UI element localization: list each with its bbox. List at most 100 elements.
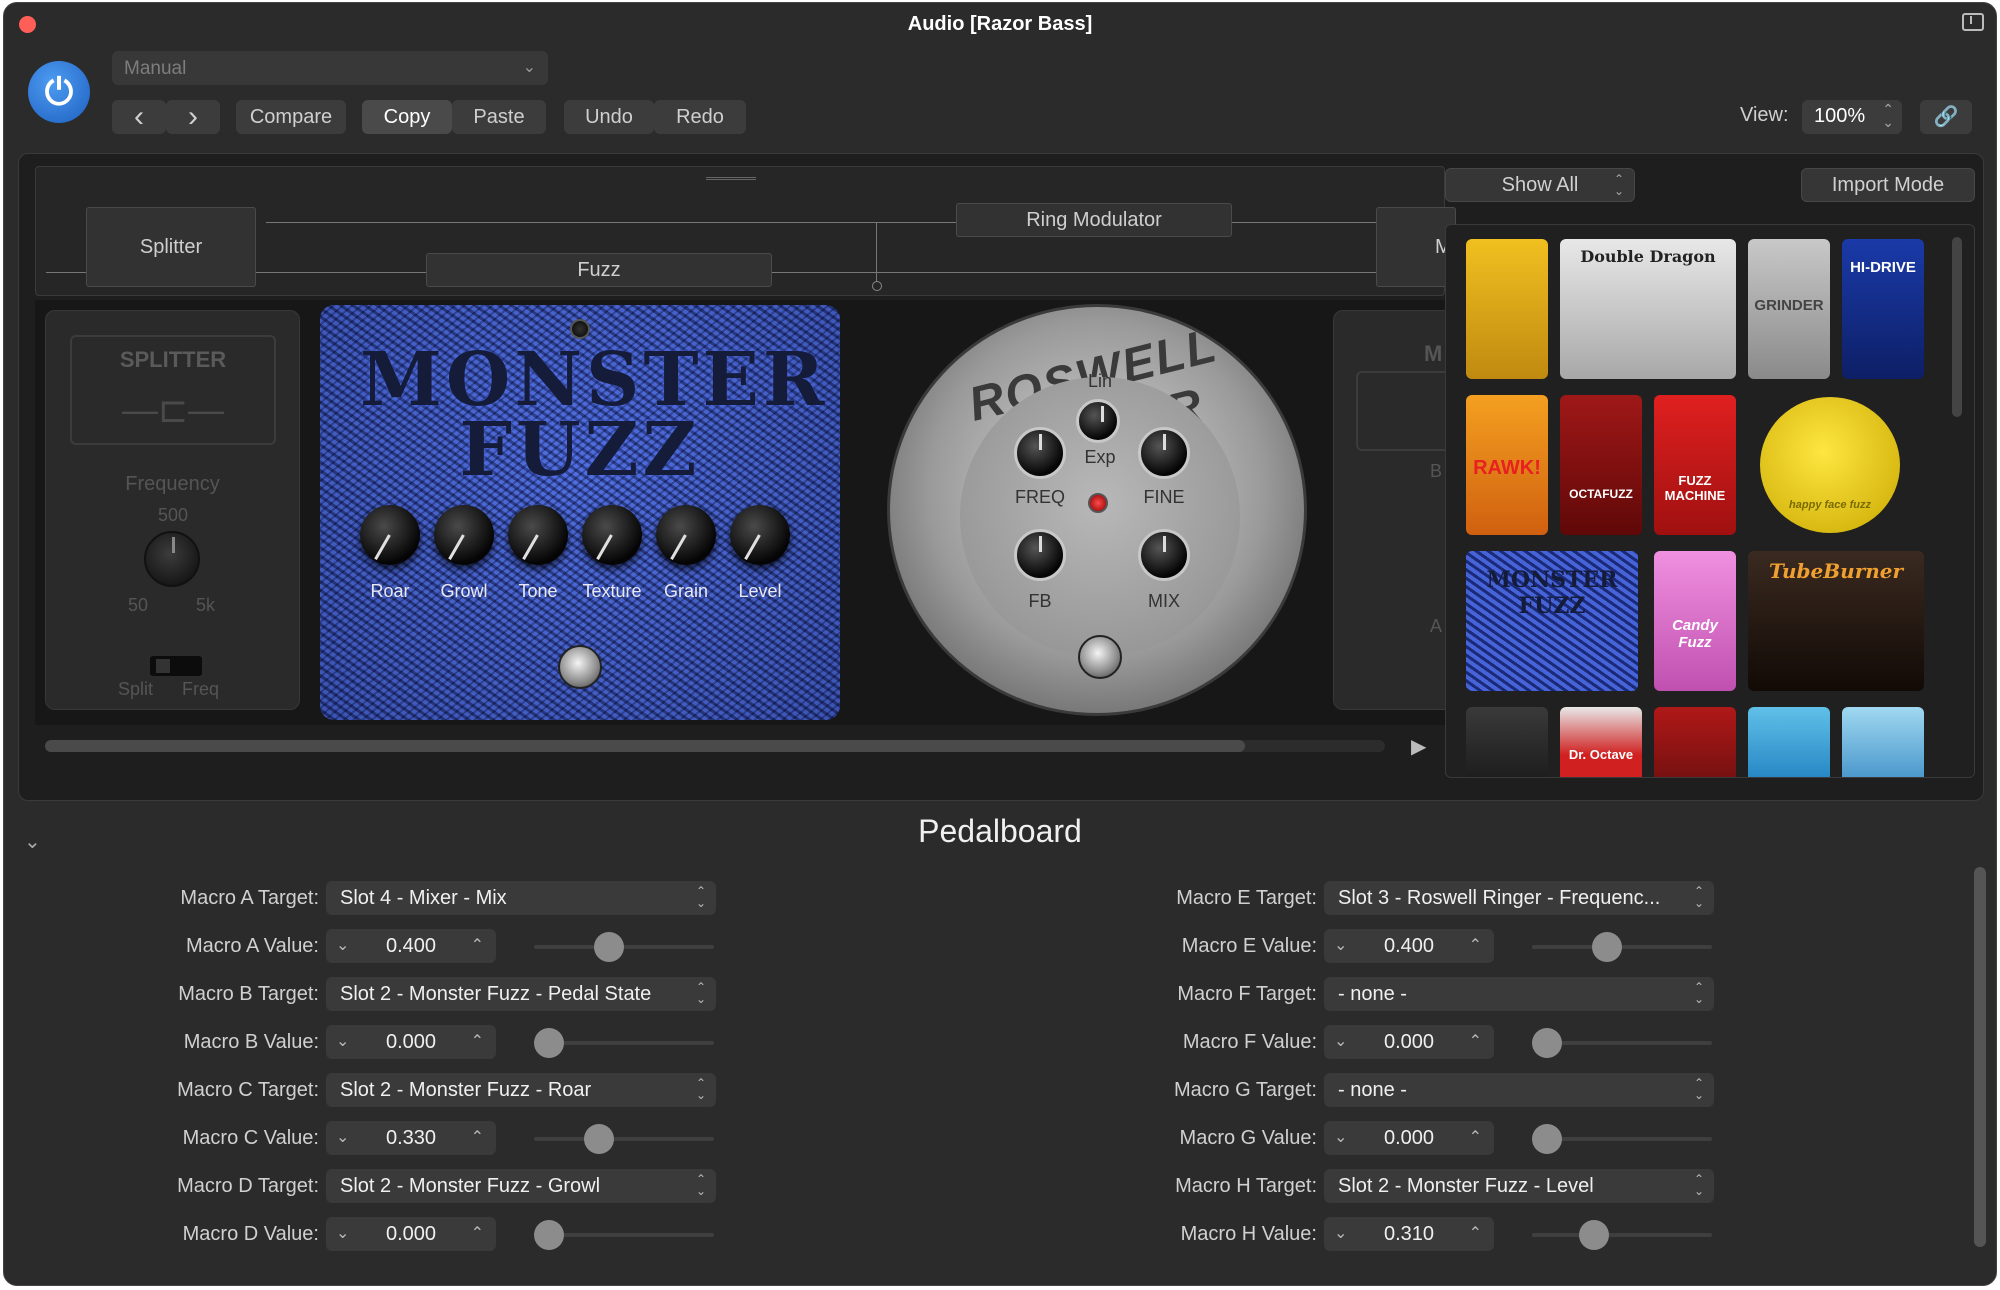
frequency-knob[interactable] [144,531,200,587]
library-pedal-happy-face-fuzz[interactable]: happy face fuzz [1760,397,1900,533]
macro-a-target-select[interactable]: Slot 4 - Mixer - Mix ⌃ ⌄ [326,881,716,915]
drag-handle[interactable] [706,177,756,180]
macro-f-value-stepper[interactable]: ⌄ 0.000 ⌃ [1324,1025,1494,1059]
macro-e-target-select[interactable]: Slot 3 - Roswell Ringer - Frequenc... ⌃ ⌄ [1324,881,1714,915]
copy-button[interactable]: Copy [362,100,452,134]
mixer-pedal[interactable]: M B A [1333,310,1445,710]
tone-knob[interactable] [508,505,568,565]
scroll-right-icon[interactable]: ▶ [1411,734,1426,759]
library-pedal-monster-fuzz[interactable]: MONSTER FUZZ [1466,551,1638,691]
texture-knob[interactable] [582,505,642,565]
macro-c-target-select[interactable]: Slot 2 - Monster Fuzz - Roar ⌃ ⌄ [326,1073,716,1107]
library-pedal-tube-burner[interactable]: TubeBurner [1748,551,1924,691]
macro-c-value-stepper[interactable]: ⌄ 0.330 ⌃ [326,1121,496,1155]
library-pedal-light-blue[interactable] [1842,707,1924,777]
preset-select[interactable]: Manual ⌄ [112,51,548,85]
macro-b-value-stepper[interactable]: ⌄ 0.000 ⌃ [326,1025,496,1059]
fine-knob[interactable] [1138,427,1190,479]
roar-knob[interactable] [360,505,420,565]
chevron-up-icon[interactable]: ⌃ [1469,1223,1482,1243]
ringer-footswitch[interactable] [1078,635,1122,679]
grain-knob[interactable] [656,505,716,565]
macro-a-value-stepper[interactable]: ⌄ 0.400 ⌃ [326,929,496,963]
macro-f-target-select[interactable]: - none - ⌃ ⌄ [1324,977,1714,1011]
chevron-up-icon[interactable]: ⌃ [1469,1127,1482,1147]
library-pedal-fuzz-machine[interactable]: FUZZ MACHINE [1654,395,1736,535]
library-pedal-red-box[interactable] [1654,707,1736,777]
macro-d-value-stepper[interactable]: ⌄ 0.000 ⌃ [326,1217,496,1251]
next-preset-button[interactable]: › [166,100,220,134]
paste-button[interactable]: Paste [452,100,546,134]
library-pedal-double-dragon[interactable]: Double Dragon [1560,239,1736,379]
view-zoom-select[interactable]: 100% ⌃ ⌄ [1802,100,1902,134]
mix-knob[interactable] [1138,529,1190,581]
routing-ring-modulator[interactable]: Ring Modulator [956,203,1232,237]
power-button[interactable]: ⏻ [28,61,90,123]
macro-e-slider-track[interactable] [1532,945,1712,949]
library-pedal-distortion[interactable] [1466,707,1548,777]
macro-g-value-stepper[interactable]: ⌄ 0.000 ⌃ [1324,1121,1494,1155]
splitter-title: SPLITTER [119,347,227,372]
show-all-select[interactable]: Show All ⌃ ⌄ [1445,168,1635,202]
library-pedal-yellow-overdrive[interactable] [1466,239,1548,379]
splitter-title-panel: SPLITTER —⊏— [70,335,276,445]
chevron-up-icon[interactable]: ⌃ [1469,935,1482,955]
chevron-up-icon[interactable]: ⌃ [1469,1031,1482,1051]
macro-h-target-select[interactable]: Slot 2 - Monster Fuzz - Level ⌃ ⌄ [1324,1169,1714,1203]
undo-button[interactable]: Undo [564,100,654,134]
macro-d-target-select[interactable]: Slot 2 - Monster Fuzz - Growl ⌃ ⌄ [326,1169,716,1203]
level-knob[interactable] [730,505,790,565]
library-scrollbar[interactable] [1952,237,1962,417]
fb-knob[interactable] [1014,529,1066,581]
window-title: Audio [Razor Bass] [907,13,1093,35]
macro-c-slider-thumb[interactable] [583,1124,614,1154]
macro-a-slider-track[interactable] [534,945,714,949]
macro-h-value-stepper[interactable]: ⌄ 0.310 ⌃ [1324,1217,1494,1251]
redo-button[interactable]: Redo [654,100,746,134]
chevron-right-icon: › [188,100,198,133]
growl-knob[interactable] [434,505,494,565]
routing-mixer[interactable]: M [1376,207,1456,287]
macro-b-slider-thumb[interactable] [534,1028,564,1058]
signal-node[interactable] [872,281,882,291]
library-pedal-hi-drive[interactable]: HI-DRIVE [1842,239,1924,379]
chevron-up-icon[interactable]: ⌃ [471,935,484,955]
macro-g-target-select[interactable]: - none - ⌃ ⌄ [1324,1073,1714,1107]
macro-e-slider-thumb[interactable] [1592,932,1622,962]
macro-b-target-select[interactable]: Slot 2 - Monster Fuzz - Pedal State ⌃ ⌄ [326,977,716,1011]
macro-e-value-stepper[interactable]: ⌄ 0.400 ⌃ [1324,929,1494,963]
split-freq-switch[interactable] [150,656,202,676]
library-pedal-candy-fuzz[interactable]: Candy Fuzz [1654,551,1736,691]
library-pedal-dr-octave[interactable]: Dr. Octave [1560,707,1642,777]
freq-knob[interactable] [1014,427,1066,479]
chevron-up-icon[interactable]: ⌃ [471,1031,484,1051]
monster-fuzz-pedal[interactable]: MONSTER FUZZ Roar Growl Tone Texture Gra… [320,305,840,720]
macro-c-slider-track[interactable] [534,1137,714,1141]
library-pedal-grinder[interactable]: GRINDER [1748,239,1830,379]
compare-button[interactable]: Compare [236,100,346,134]
chevron-up-icon[interactable]: ⌃ [471,1127,484,1147]
macro-d-slider-thumb[interactable] [534,1220,564,1250]
macro-h-slider-thumb[interactable] [1578,1220,1609,1250]
library-pedal-blue-chorus[interactable] [1748,707,1830,777]
macro-h-slider-track[interactable] [1532,1233,1712,1237]
chevron-up-icon[interactable]: ⌃ [471,1223,484,1243]
link-button[interactable]: 🔗 [1920,100,1972,134]
collapse-view-icon[interactable] [1962,13,1984,31]
macro-a-slider-thumb[interactable] [594,932,624,962]
macro-g-slider-thumb[interactable] [1532,1124,1562,1154]
library-pedal-octafuzz[interactable]: OCTAFUZZ [1560,395,1642,535]
library-pedal-rawk[interactable]: RAWK! [1466,395,1548,535]
macro-f-slider-thumb[interactable] [1532,1028,1562,1058]
routing-splitter[interactable]: Splitter [86,207,256,287]
pedal-horizontal-scrollbar[interactable]: ▶ [35,730,1445,760]
splitter-pedal[interactable]: SPLITTER —⊏— Frequency 500 50 5k Split F… [45,310,300,710]
import-mode-button[interactable]: Import Mode [1801,168,1975,202]
routing-fuzz[interactable]: Fuzz [426,253,772,287]
fuzz-footswitch[interactable] [558,645,602,689]
previous-preset-button[interactable]: ‹ [112,100,166,134]
lin-exp-switch[interactable] [1076,399,1120,443]
scroll-thumb[interactable] [45,740,1245,752]
settings-vertical-scrollbar[interactable] [1974,867,1986,1247]
roswell-ringer-pedal[interactable]: ROSWELL RINGER Lin Exp FREQ FINE FB MIX [887,304,1307,716]
